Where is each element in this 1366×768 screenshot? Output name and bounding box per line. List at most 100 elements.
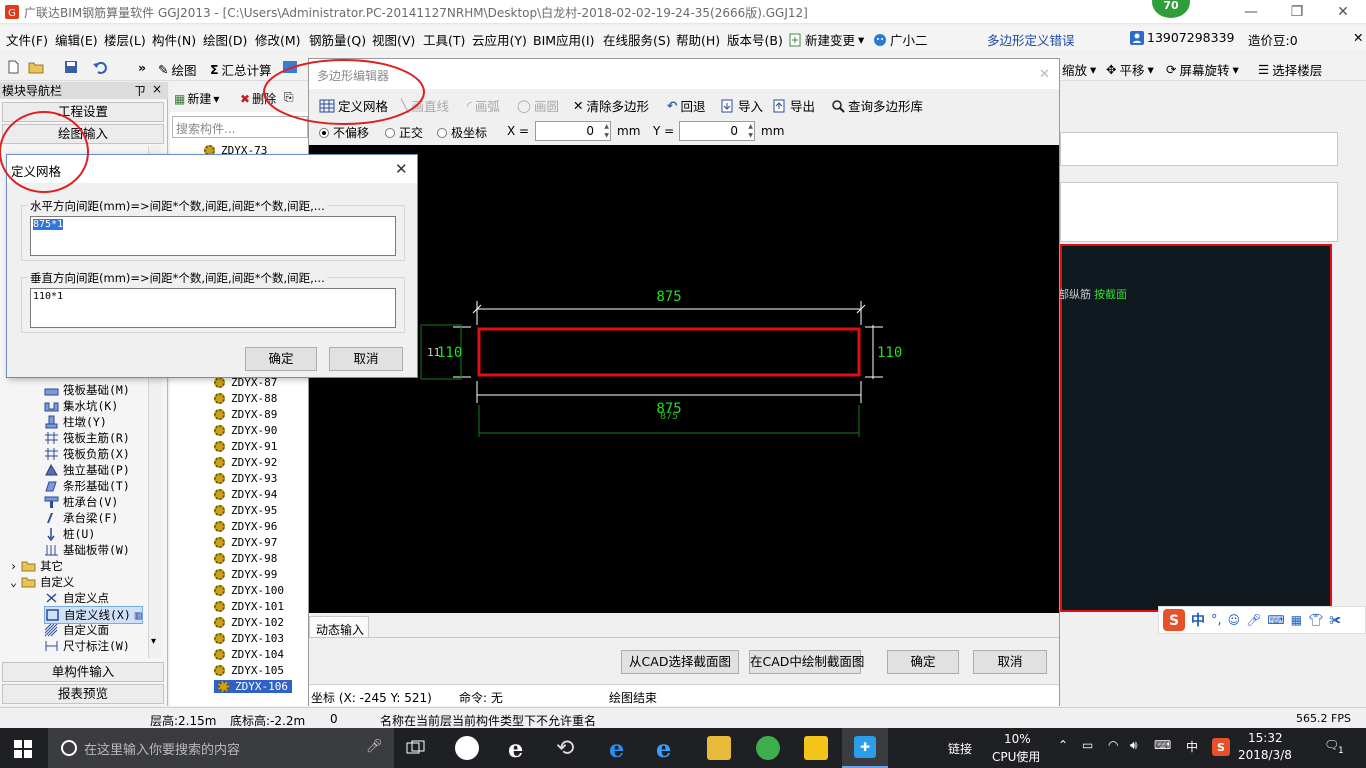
active-app-taskbar-button[interactable]: ✚ [842, 728, 888, 768]
windows-start-icon[interactable] [14, 740, 32, 758]
report-preview-button[interactable]: 报表预览 [2, 684, 164, 704]
wifi-icon[interactable]: ◠ [1108, 738, 1118, 752]
component-row[interactable]: ZDYX-104 [214, 648, 284, 661]
clock-date[interactable]: 2018/3/8 [1238, 748, 1292, 762]
component-row[interactable]: ZDYX-94 [214, 488, 277, 501]
save-icon[interactable] [64, 60, 78, 74]
menu-help[interactable]: 帮助(H) [676, 30, 720, 49]
summary-calc-tool[interactable]: Σ 汇总计算 [210, 60, 272, 79]
battery-icon[interactable]: ▭ [1082, 738, 1093, 752]
menu-draw[interactable]: 绘图(D) [203, 30, 247, 49]
level-badge[interactable]: 70 [1150, 0, 1192, 20]
green-app-icon[interactable] [756, 736, 780, 760]
cad-draw-button[interactable]: 在CAD中绘制截面图 [749, 650, 864, 674]
polygon-canvas[interactable]: 875 110 11 110 875 875 [309, 145, 1059, 613]
menu-view[interactable]: 视图(V) [372, 30, 415, 49]
internet-explorer-icon[interactable]: e [656, 734, 671, 763]
nav-item-isolated-footing[interactable]: 独立基础(P) [44, 462, 130, 478]
menu-modify[interactable]: 修改(M) [255, 30, 301, 49]
component-row[interactable]: ZDYX-95 [214, 504, 277, 517]
sogou-tray-icon[interactable]: S [1212, 738, 1230, 756]
clock-time[interactable]: 15:32 [1248, 731, 1283, 745]
menu-close-icon[interactable]: ✕ [1353, 30, 1363, 45]
notification-icon[interactable]: 🗨︎ [1324, 738, 1339, 752]
ie-browser-icon[interactable]: e [508, 734, 523, 763]
nav-item-raft-main-rebar[interactable]: 筏板主筋(R) [44, 430, 130, 446]
draw-input-button[interactable]: 绘图输入 [2, 124, 164, 144]
polar-radio[interactable]: 极坐标 [437, 124, 487, 141]
nav-folder-other[interactable]: › 其它 [10, 558, 63, 574]
polygon-editor-close-icon[interactable]: ✕ [1039, 67, 1050, 82]
keyboard-icon[interactable]: ⌨ [1154, 738, 1171, 752]
component-search-input[interactable]: 搜索构件... [172, 116, 308, 138]
component-row[interactable]: ZDYX-89 [214, 408, 277, 421]
new-component-button[interactable]: ▦ 新建 ▾ [174, 90, 219, 107]
grid-ok-button[interactable]: 确定 [245, 347, 317, 371]
notes-app-icon[interactable] [804, 736, 828, 760]
rotate-screen-tool[interactable]: ⟳ 屏幕旋转 ▾ [1166, 60, 1239, 79]
y-spinner[interactable]: 0 [679, 121, 755, 141]
undo-tool[interactable]: ↶ 回退 [667, 96, 706, 115]
nav-item-custom-face[interactable]: 自定义面 [44, 622, 109, 638]
menu-floor[interactable]: 楼层(L) [104, 30, 146, 49]
new-file-icon[interactable] [6, 60, 20, 74]
menu-cloud[interactable]: 云应用(Y) [472, 30, 527, 49]
zoom-tool[interactable]: 缩放 ▾ [1062, 60, 1096, 79]
component-row[interactable]: ZDYX-92 [214, 456, 277, 469]
nav-item-sump-pit[interactable]: 集水坑(K) [44, 398, 118, 414]
draw-arc-tool[interactable]: ◜ 画弧 [467, 96, 500, 115]
close-panel-icon[interactable]: × [152, 82, 162, 96]
x-spinner[interactable]: 0 [535, 121, 611, 141]
component-row[interactable]: ZDYX-106 [214, 680, 292, 693]
ortho-radio[interactable]: 正交 [385, 124, 423, 141]
volume-icon[interactable]: 🔊︎ [1130, 738, 1138, 753]
pinwheel-app-icon[interactable] [455, 736, 479, 760]
menu-edit[interactable]: 编辑(E) [55, 30, 98, 49]
component-row[interactable]: ZDYX-93 [214, 472, 277, 485]
export-tool[interactable]: 导出 [773, 96, 815, 115]
menu-file[interactable]: 文件(F) [6, 30, 48, 49]
more-tools-icon[interactable]: » [138, 60, 146, 75]
open-folder-icon[interactable] [28, 60, 46, 74]
menu-rebar-qty[interactable]: 钢筋量(Q) [309, 30, 366, 49]
assistant-menu[interactable]: 广小二 [873, 30, 928, 49]
component-row[interactable]: ZDYX-98 [214, 552, 277, 565]
horizontal-spacing-input[interactable]: 875*1 [30, 216, 396, 256]
menu-version[interactable]: 版本号(B) [727, 30, 783, 49]
define-grid-tool[interactable]: 定义网格 [319, 96, 388, 115]
clear-polygon-tool[interactable]: ✕ 清除多边形 [573, 96, 649, 115]
spiral-browser-icon[interactable]: ⟲ [556, 736, 574, 761]
dialog-close-icon[interactable]: ✕ [395, 160, 408, 178]
menu-tools[interactable]: 工具(T) [423, 30, 465, 49]
nav-item-pile-cap[interactable]: 桩承台(V) [44, 494, 118, 510]
component-row[interactable]: ZDYX-102 [214, 616, 284, 629]
edge-browser-icon[interactable]: e [609, 734, 624, 763]
grid-cancel-button[interactable]: 取消 [329, 347, 403, 371]
link-label[interactable]: 链接 [948, 740, 972, 757]
ime-toolbar[interactable]: S 中 °, ☺ 🎤︎ ⌨ ▦ 👕︎ ✀ [1158, 606, 1366, 634]
menu-bim[interactable]: BIM应用(I) [533, 30, 595, 49]
undo-icon[interactable] [92, 60, 110, 74]
minimize-button[interactable]: — [1228, 0, 1274, 24]
component-row[interactable]: ZDYX-100 [214, 584, 284, 597]
scroll-down-icon[interactable]: ▾ [151, 636, 156, 647]
import-tool[interactable]: 导入 [721, 96, 763, 115]
nav-item-raft-neg-rebar[interactable]: 筏板负筋(X) [44, 446, 130, 462]
cancel-button[interactable]: 取消 [973, 650, 1047, 674]
component-row[interactable]: ZDYX-91 [214, 440, 277, 453]
dynamic-input-tab[interactable]: 动态输入 [309, 616, 369, 638]
close-window-button[interactable]: ✕ [1320, 0, 1366, 24]
nav-item-strip-footing[interactable]: 条形基础(T) [44, 478, 130, 494]
menu-online[interactable]: 在线服务(S) [603, 30, 671, 49]
nav-item-foundation-strip[interactable]: 基础板带(W) [44, 542, 130, 558]
ime-indicator[interactable]: 中 [1186, 738, 1198, 755]
pan-tool[interactable]: ✥ 平移 ▾ [1106, 60, 1154, 79]
nav-item-custom-point[interactable]: 自定义点 [44, 590, 109, 606]
component-row[interactable]: ZDYX-90 [214, 424, 277, 437]
cad-select-button[interactable]: 从CAD选择截面图 [621, 650, 739, 674]
ok-button[interactable]: 确定 [887, 650, 959, 674]
draw-tool[interactable]: ✎ 绘图 [158, 60, 197, 79]
copy-icon[interactable]: ⎘ [284, 90, 294, 105]
nav-item-raft-foundation[interactable]: 筏板基础(M) [44, 382, 130, 398]
draw-circle-tool[interactable]: ◯ 画圆 [517, 96, 559, 115]
